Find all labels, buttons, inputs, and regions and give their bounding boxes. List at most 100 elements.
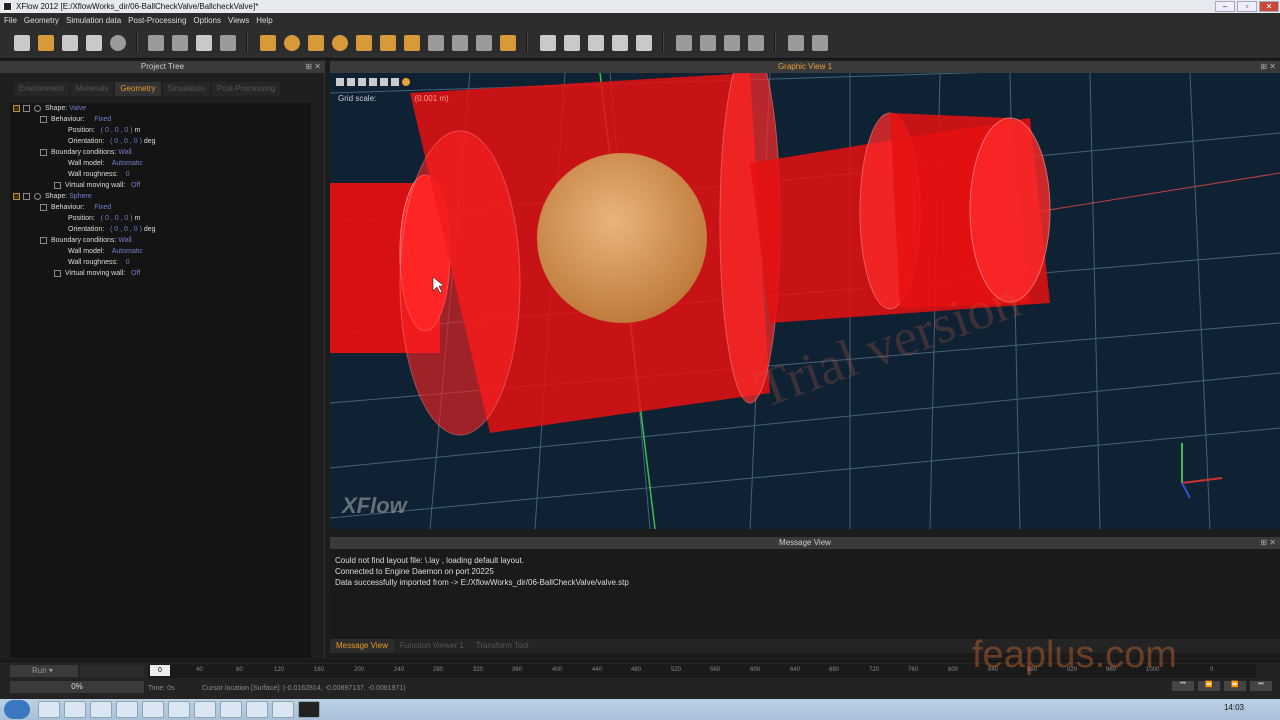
tree-wall-roughness-2[interactable]: Wall roughness: 0 — [68, 257, 130, 268]
sphere-shape[interactable] — [537, 153, 707, 323]
menu-geometry[interactable]: Geometry — [24, 16, 59, 25]
scale-icon[interactable] — [636, 35, 652, 51]
taskbar-app-icon[interactable] — [116, 701, 138, 718]
tab-transform-tool[interactable]: Transform Tool — [470, 639, 535, 653]
view-front-icon[interactable] — [336, 78, 344, 86]
export-geometry-icon[interactable] — [172, 35, 188, 51]
tree-wall-model[interactable]: Wall model: Automatic — [68, 158, 143, 169]
taskbar-media-icon[interactable] — [90, 701, 112, 718]
start-button-icon[interactable] — [4, 700, 30, 719]
next-frame-icon[interactable]: ⏩ — [1224, 681, 1246, 691]
run-dropdown[interactable]: Run ▾ — [10, 665, 78, 677]
view-top-icon[interactable] — [347, 78, 355, 86]
open-project-icon[interactable] — [38, 35, 54, 51]
probe-icon[interactable] — [676, 35, 692, 51]
wrench-icon[interactable] — [700, 35, 716, 51]
translate-icon[interactable] — [588, 35, 604, 51]
tree-behaviour-2[interactable]: Behaviour: Fixed — [40, 202, 111, 213]
tree-boundary-conditions[interactable]: Boundary conditions: Wall — [40, 147, 132, 158]
tab-post-processing[interactable]: Post-Processing — [211, 82, 281, 96]
windows-taskbar: 14:03 — [0, 699, 1280, 720]
copy-shape-icon[interactable] — [540, 35, 556, 51]
menu-file[interactable]: File — [4, 16, 17, 25]
sphere-icon[interactable] — [284, 35, 300, 51]
tree-orientation-2[interactable]: Orientation: ( 0 , 0 , 0 ) deg — [68, 224, 156, 235]
message-view-header: Message View ⊞ ✕ — [330, 537, 1280, 549]
cylinder-icon[interactable] — [260, 35, 276, 51]
taskbar-paint-icon[interactable] — [142, 701, 164, 718]
tab-function-viewer[interactable]: Function Viewer 1 — [394, 639, 470, 653]
tree-virtual-moving-wall[interactable]: Virtual moving wall: Off — [54, 180, 140, 191]
menu-views[interactable]: Views — [228, 16, 249, 25]
menu-post-processing[interactable]: Post-Processing — [128, 16, 186, 25]
taskbar-explorer-icon[interactable] — [64, 701, 86, 718]
tree-orientation[interactable]: Orientation: ( 0 , 0 , 0 ) deg — [68, 136, 156, 147]
tree-shape-sphere[interactable]: Shape: Sphere — [13, 191, 92, 202]
taskbar-image-icon[interactable] — [246, 701, 268, 718]
menu-help[interactable]: Help — [256, 16, 272, 25]
new-project-icon[interactable] — [14, 35, 30, 51]
boolean-intersect-icon[interactable] — [476, 35, 492, 51]
cube-icon[interactable] — [196, 35, 212, 51]
tree-behaviour[interactable]: Behaviour: Fixed — [40, 114, 111, 125]
tab-message-view[interactable]: Message View — [330, 639, 394, 653]
delete-shape-icon[interactable] — [500, 35, 516, 51]
chart-icon[interactable] — [812, 35, 828, 51]
tree-wall-roughness[interactable]: Wall roughness: 0 — [68, 169, 130, 180]
box-icon[interactable] — [356, 35, 372, 51]
boolean-union-icon[interactable] — [428, 35, 444, 51]
taskbar-word-icon[interactable] — [168, 701, 190, 718]
tab-simulation[interactable]: Simulation — [162, 82, 210, 96]
view-iso-icon[interactable] — [369, 78, 377, 86]
minimize-button[interactable]: – — [1215, 1, 1235, 12]
tree-body: Shape: Valve Behaviour: Fixed Position: … — [10, 103, 311, 658]
cone-icon[interactable] — [308, 35, 324, 51]
taskbar-ie-icon[interactable] — [38, 701, 60, 718]
first-frame-icon[interactable]: ⏮ — [1172, 681, 1194, 691]
menu-options[interactable]: Options — [193, 16, 221, 25]
measure-icon[interactable] — [220, 35, 236, 51]
zoom-icon[interactable] — [724, 35, 740, 51]
prev-frame-icon[interactable]: ⏪ — [1198, 681, 1220, 691]
rotate-icon[interactable] — [612, 35, 628, 51]
save-as-icon[interactable] — [86, 35, 102, 51]
tree-position[interactable]: Position: ( 0 , 0 , 0 ) m — [68, 125, 140, 136]
tree-shape-valve[interactable]: Shape: Valve — [13, 103, 86, 114]
light-icon[interactable] — [402, 78, 410, 86]
view-icon[interactable] — [788, 35, 804, 51]
project-tree-panel: Environment Materials Geometry Simulatio… — [0, 73, 325, 658]
menu-simulation-data[interactable]: Simulation data — [66, 16, 121, 25]
maximize-button[interactable]: ▫ — [1237, 1, 1257, 12]
taskbar-powerpoint-icon[interactable] — [220, 701, 242, 718]
select-region-icon[interactable] — [748, 35, 764, 51]
view-side-icon[interactable] — [358, 78, 366, 86]
message-view-panel: Could not find layout file: \.lay , load… — [330, 549, 1280, 639]
paste-shape-icon[interactable] — [564, 35, 580, 51]
last-frame-icon[interactable]: ⏭ — [1250, 681, 1272, 691]
boolean-subtract-icon[interactable] — [452, 35, 468, 51]
taskbar-notes-icon[interactable] — [272, 701, 294, 718]
playback-controls: ⏮ ⏪ ⏩ ⏭ — [1172, 681, 1272, 691]
tree-position-2[interactable]: Position: ( 0 , 0 , 0 ) m — [68, 213, 140, 224]
settings-gear-icon[interactable] — [110, 35, 126, 51]
tree-wall-model-2[interactable]: Wall model: Automatic — [68, 246, 143, 257]
torus-icon[interactable] — [332, 35, 348, 51]
tab-geometry[interactable]: Geometry — [115, 82, 161, 96]
taskbar-tool-icon[interactable] — [194, 701, 216, 718]
import-geometry-icon[interactable] — [148, 35, 164, 51]
save-icon[interactable] — [62, 35, 78, 51]
tree-virtual-moving-wall-2[interactable]: Virtual moving wall: Off — [54, 268, 140, 279]
plane-icon[interactable] — [404, 35, 420, 51]
view-toolbar — [336, 78, 410, 86]
view-grid-icon[interactable] — [391, 78, 399, 86]
taskbar-xflow-icon[interactable] — [298, 701, 320, 718]
tree-boundary-conditions-2[interactable]: Boundary conditions: Wall — [40, 235, 132, 246]
view-fit-icon[interactable] — [380, 78, 388, 86]
project-tree-header: Project Tree ⊞ ✕ — [0, 61, 325, 73]
tab-materials[interactable]: Materials — [70, 82, 114, 96]
close-button[interactable]: ✕ — [1259, 1, 1279, 12]
tab-environment[interactable]: Environment — [14, 82, 69, 96]
graphic-view-viewport[interactable]: Grid scale: (0.001 m) Trial version XFlo… — [330, 73, 1280, 529]
pyramid-icon[interactable] — [380, 35, 396, 51]
stop-button[interactable] — [80, 665, 144, 677]
